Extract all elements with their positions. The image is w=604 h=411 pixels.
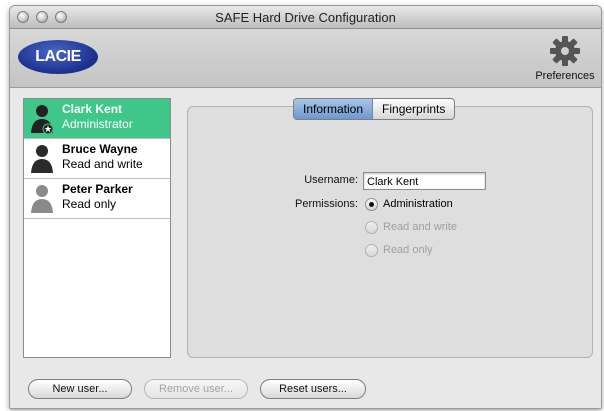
gear-icon (550, 36, 580, 66)
user-item-peter-parker[interactable]: Peter Parker Read only (24, 179, 170, 219)
permission-read-only-label: Read only (383, 244, 433, 256)
title-bar[interactable]: SAFE Hard Drive Configuration (10, 6, 601, 29)
admin-user-icon (31, 105, 54, 135)
tab-bar: Information Fingerprints (293, 98, 456, 120)
user-role: Administrator (62, 117, 133, 131)
username-label: Username: (304, 174, 358, 186)
user-icon (31, 145, 53, 173)
permission-read-only-radio[interactable] (365, 244, 378, 257)
user-icon (31, 185, 53, 213)
reset-users-button[interactable]: Reset users... (260, 379, 366, 399)
permissions-label: Permissions: (295, 198, 358, 210)
user-item-clark-kent[interactable]: Clark Kent Administrator (24, 99, 170, 139)
tab-information[interactable]: Information (294, 99, 374, 119)
main-content: Clark Kent Administrator Bruce Wayne Rea… (10, 88, 601, 408)
permission-administration-radio[interactable] (365, 198, 378, 211)
permission-read-write-label: Read and write (383, 221, 457, 233)
remove-user-button[interactable]: Remove user... (144, 379, 248, 399)
user-role: Read only (62, 197, 117, 211)
permission-administration-label: Administration (383, 198, 453, 210)
user-name: Bruce Wayne (62, 142, 138, 156)
toolbar: LACIE Preferences (10, 29, 601, 88)
user-name: Clark Kent (62, 102, 123, 116)
new-user-button[interactable]: New user... (28, 379, 132, 399)
user-list[interactable]: Clark Kent Administrator Bruce Wayne Rea… (23, 98, 171, 358)
lacie-logo: LACIE (18, 40, 98, 74)
tab-fingerprints[interactable]: Fingerprints (373, 99, 454, 119)
user-item-bruce-wayne[interactable]: Bruce Wayne Read and write (24, 139, 170, 179)
preferences-label: Preferences (535, 70, 595, 82)
username-field[interactable]: Clark Kent (363, 172, 486, 190)
app-window: SAFE Hard Drive Configuration LACIE Pref… (9, 5, 602, 409)
preferences-button[interactable]: Preferences (530, 34, 600, 82)
user-role: Read and write (62, 157, 143, 171)
window-title: SAFE Hard Drive Configuration (215, 10, 396, 25)
permission-read-write-radio[interactable] (365, 221, 378, 234)
user-name: Peter Parker (62, 182, 133, 196)
